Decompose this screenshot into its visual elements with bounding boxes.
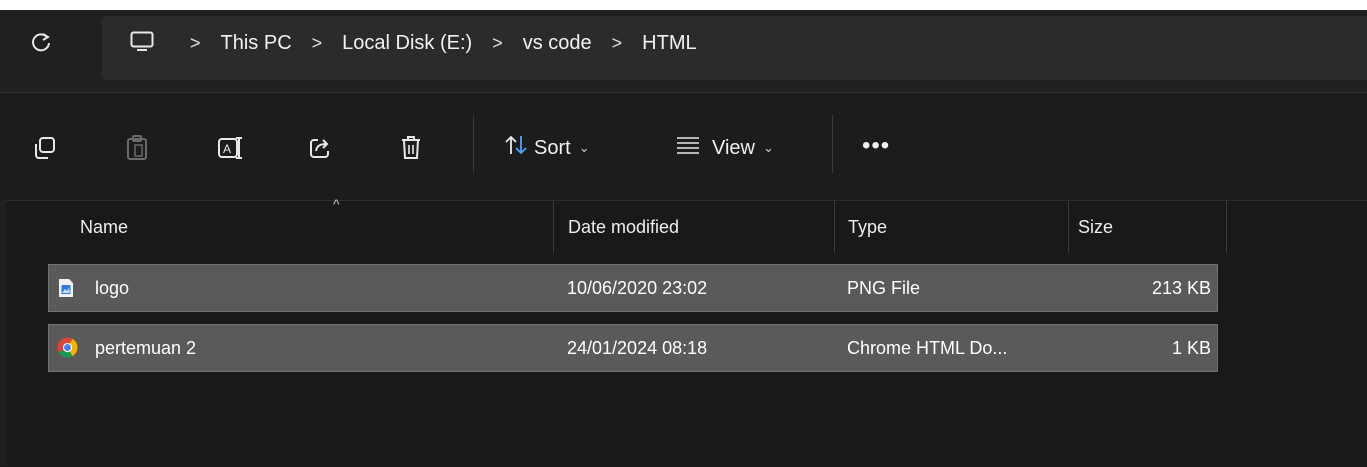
copy-icon[interactable] (30, 133, 60, 163)
column-header-type[interactable]: Type (848, 201, 887, 253)
file-name: pertemuan 2 (95, 337, 197, 358)
navigation-pane-edge[interactable] (0, 200, 6, 466)
sort-label: Sort (534, 136, 571, 159)
file-list: ^ Name Date modified Type Size logo 10/0… (0, 196, 1367, 467)
breadcrumb-separator-icon[interactable]: > (492, 33, 503, 54)
more-options-button[interactable]: ••• (862, 131, 890, 161)
breadcrumb-this-pc[interactable]: This PC (221, 32, 292, 55)
breadcrumb-separator-icon[interactable]: > (190, 33, 201, 54)
file-date-modified: 10/06/2020 23:02 (567, 277, 708, 298)
column-header-date-modified[interactable]: Date modified (568, 201, 679, 253)
refresh-icon[interactable] (30, 31, 52, 53)
file-type: Chrome HTML Do... (847, 337, 1008, 358)
file-type: PNG File (847, 277, 921, 298)
chevron-down-icon: ⌄ (763, 140, 774, 155)
chevron-down-icon: ⌄ (578, 140, 590, 155)
share-icon[interactable] (305, 133, 335, 163)
breadcrumb-html[interactable]: HTML (642, 32, 696, 55)
column-resize-handle[interactable] (553, 201, 554, 253)
this-pc-icon[interactable] (130, 31, 154, 51)
address-area: > This PC > Local Disk (E:) > vs code > … (0, 10, 1367, 92)
breadcrumb-local-disk[interactable]: Local Disk (E:) (342, 32, 472, 55)
rename-icon[interactable]: A (215, 133, 245, 163)
breadcrumb-separator-icon[interactable]: > (312, 33, 323, 54)
column-header-size[interactable]: Size (1078, 201, 1113, 253)
view-label: View (712, 136, 755, 159)
png-file-icon (57, 278, 75, 298)
view-icon (676, 136, 700, 160)
file-size: 213 KB (1151, 277, 1211, 298)
column-headers: ^ Name Date modified Type Size (48, 196, 1228, 257)
toolbar-divider (832, 115, 833, 173)
file-size: 1 KB (1171, 337, 1211, 358)
column-resize-handle[interactable] (1068, 201, 1069, 253)
column-header-name[interactable]: Name (80, 201, 128, 253)
svg-text:A: A (223, 142, 231, 156)
breadcrumb-vs-code[interactable]: vs code (523, 32, 592, 55)
file-row-logo[interactable]: logo 10/06/2020 23:02 PNG File 213 KB (48, 264, 1218, 312)
file-date-modified: 24/01/2024 08:18 (567, 337, 708, 358)
file-row-pertemuan-2[interactable]: pertemuan 2 24/01/2024 08:18 Chrome HTML… (48, 324, 1218, 372)
delete-icon[interactable] (396, 133, 426, 163)
sort-icon (504, 134, 528, 162)
breadcrumb-separator-icon[interactable]: > (612, 33, 623, 54)
column-resize-handle[interactable] (1226, 201, 1227, 253)
sort-button[interactable]: Sort ⌄ (504, 131, 590, 165)
breadcrumb: > This PC > Local Disk (E:) > vs code > … (190, 28, 697, 58)
chrome-html-icon (57, 337, 78, 358)
column-resize-handle[interactable] (834, 201, 835, 253)
command-bar: A Sort ⌄ View ⌄ ••• (0, 92, 1367, 201)
toolbar-divider (473, 115, 474, 173)
sort-ascending-icon: ^ (333, 196, 340, 212)
paste-icon[interactable] (122, 133, 152, 163)
view-button[interactable]: View ⌄ (676, 131, 774, 165)
file-name: logo (95, 277, 130, 298)
top-strip (0, 0, 1367, 10)
